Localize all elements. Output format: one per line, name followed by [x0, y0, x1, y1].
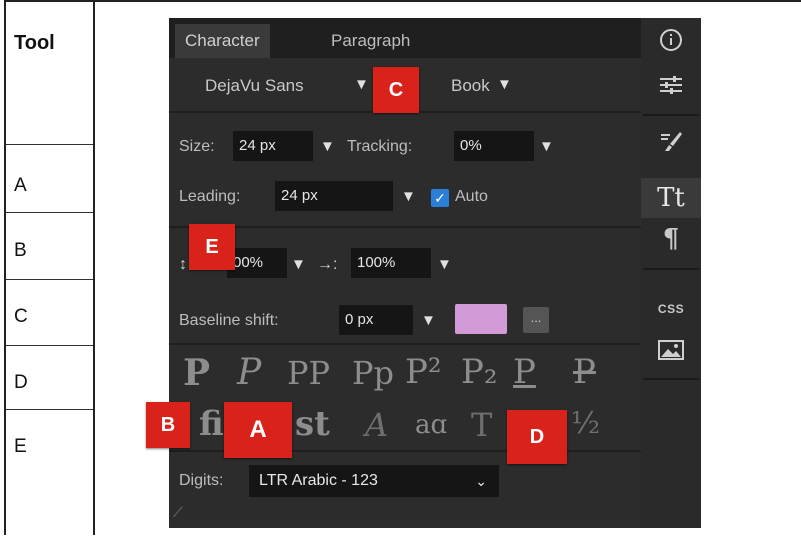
baseline-shift-label: Baseline shift: — [179, 312, 279, 329]
chevron-down-icon: ⌄ — [475, 473, 487, 489]
font-style-select[interactable]: Book — [451, 76, 490, 96]
underline-button[interactable]: P — [513, 352, 536, 392]
stylistic-alternates-button[interactable]: aɑ — [415, 410, 447, 440]
digits-select[interactable]: LTR Arabic - 123 ⌄ — [249, 465, 499, 497]
leading-field[interactable]: 24 px — [275, 181, 393, 211]
font-family-select[interactable]: DejaVu Sans — [205, 76, 304, 96]
text-color-swatch[interactable] — [455, 304, 507, 334]
vertical-scale-field[interactable]: 00% — [227, 248, 287, 278]
size-label: Size: — [179, 138, 215, 155]
subscript-button[interactable]: P₂ — [461, 352, 498, 392]
table-row-label: E — [14, 436, 27, 457]
baseline-shift-field[interactable]: 0 px — [339, 305, 413, 335]
marker-c: C — [373, 67, 419, 113]
size-field[interactable]: 24 px — [233, 131, 313, 161]
divider — [169, 226, 641, 228]
digits-value: LTR Arabic - 123 — [259, 472, 378, 489]
table-header-cell: Tool — [6, 2, 93, 145]
chevron-down-icon[interactable]: ▼ — [539, 138, 554, 155]
horizontal-scale-field[interactable]: 100% — [351, 248, 431, 278]
table-row: B — [6, 213, 93, 280]
chevron-down-icon[interactable]: ▼ — [497, 76, 512, 93]
panel-tabs: Character Paragraph — [169, 18, 641, 58]
fractions-button[interactable]: ½ — [571, 406, 600, 441]
divider — [643, 114, 699, 116]
marker-d: D — [507, 410, 567, 464]
info-icon[interactable] — [641, 28, 701, 57]
chevron-down-icon[interactable]: ▼ — [320, 138, 335, 155]
italic-button[interactable]: P — [237, 352, 261, 393]
divider — [643, 268, 699, 270]
auto-checkbox[interactable]: ✓ — [431, 189, 449, 207]
chevron-down-icon[interactable]: ▼ — [354, 76, 369, 93]
all-caps-button[interactable]: PP — [287, 354, 330, 392]
small-caps-button[interactable]: Pp — [352, 354, 394, 392]
chevron-down-icon[interactable]: ▼ — [291, 256, 306, 273]
strikethrough-button[interactable]: P — [573, 352, 596, 392]
leading-label: Leading: — [179, 188, 241, 205]
table-row-label: C — [14, 306, 28, 327]
digits-label: Digits: — [179, 472, 224, 489]
marker-b: B — [146, 402, 190, 448]
tracking-label: Tracking: — [347, 138, 413, 155]
brush-icon[interactable] — [641, 130, 701, 159]
text-icon[interactable]: Tt — [641, 178, 701, 218]
table-row: A — [6, 145, 93, 213]
horizontal-scale-label: →: — [317, 256, 338, 273]
table-row: C — [6, 280, 93, 346]
table-row: E — [6, 410, 93, 537]
paragraph-icon[interactable]: ¶ — [641, 224, 701, 254]
titling-alternates-button[interactable]: T — [471, 406, 492, 444]
tab-character[interactable]: Character — [175, 24, 270, 58]
resize-grip-icon[interactable]: ⟋ — [173, 504, 183, 521]
table-row-label: B — [14, 240, 27, 261]
chevron-down-icon[interactable]: ▼ — [437, 256, 452, 273]
text-icon-glyph: Tt — [657, 183, 685, 213]
chevron-down-icon[interactable]: ▼ — [401, 188, 416, 205]
tab-paragraph[interactable]: Paragraph — [321, 24, 420, 58]
image-icon[interactable] — [641, 340, 701, 365]
superscript-button[interactable]: P² — [405, 352, 442, 392]
marker-a: A — [224, 402, 292, 458]
table-row: D — [6, 346, 93, 410]
marker-e: E — [189, 224, 235, 270]
divider — [643, 378, 699, 380]
sliders-icon[interactable] — [641, 74, 701, 101]
tool-label-table: Tool A B C D E — [4, 0, 95, 535]
swash-button[interactable]: A — [365, 406, 388, 444]
css-icon[interactable]: CSS — [641, 302, 701, 316]
top-border-line — [95, 0, 801, 2]
vertical-scale-icon: ↕ — [179, 256, 187, 273]
auto-label: Auto — [455, 188, 488, 205]
table-row-label: A — [14, 175, 27, 196]
ligature-button[interactable]: fi — [199, 404, 224, 444]
tracking-field[interactable]: 0% — [454, 131, 534, 161]
right-sidebar: Tt ¶ CSS — [641, 18, 701, 528]
chevron-down-icon[interactable]: ▼ — [421, 312, 436, 329]
table-header: Tool — [14, 32, 55, 54]
bold-button[interactable]: P — [183, 352, 210, 394]
divider — [169, 343, 641, 345]
more-options-button[interactable]: ... — [523, 307, 549, 333]
table-row-label: D — [14, 372, 28, 393]
discretionary-ligature-button[interactable]: st — [295, 404, 330, 444]
